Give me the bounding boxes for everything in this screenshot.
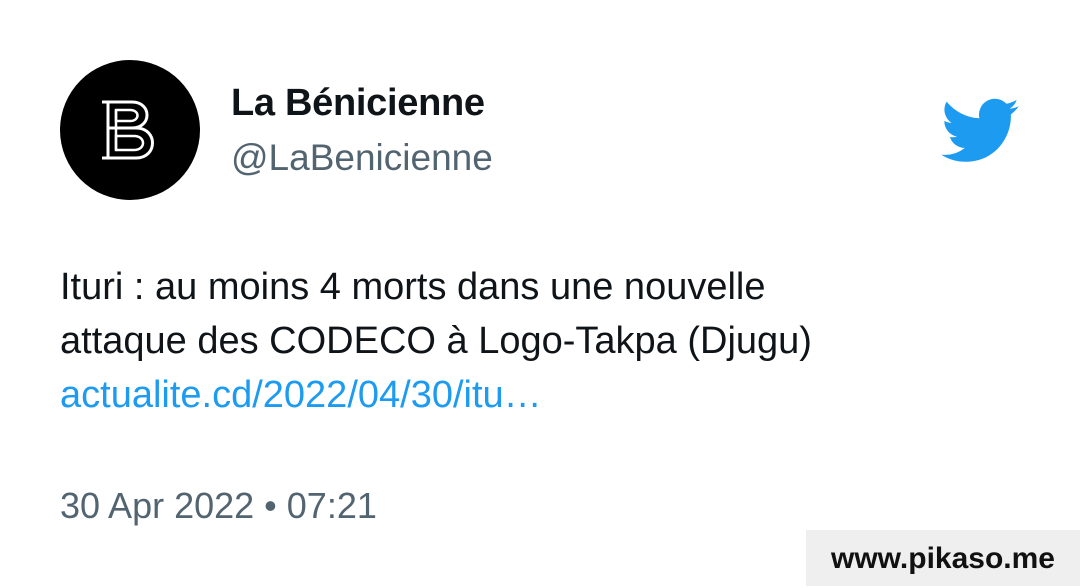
tweet-link[interactable]: actualite.cd/2022/04/30/itu…: [60, 368, 1060, 422]
watermark: www.pikaso.me: [806, 530, 1080, 586]
user-handle[interactable]: @LaBenicienne: [231, 137, 493, 179]
tweet-text-line: attaque des CODECO à Logo-Takpa (Djugu): [60, 320, 812, 362]
twitter-bird-icon: [941, 98, 1019, 162]
tweet-text-line: Ituri : au moins 4 morts dans une nouvel…: [60, 266, 766, 308]
display-name[interactable]: La Bénicienne: [231, 82, 485, 125]
b-monogram-logo: [102, 100, 154, 160]
tweet-text: Ituri : au moins 4 morts dans une nouvel…: [60, 260, 1060, 422]
avatar[interactable]: [60, 60, 200, 200]
tweet-timestamp[interactable]: 30 Apr 2022 • 07:21: [60, 485, 377, 527]
